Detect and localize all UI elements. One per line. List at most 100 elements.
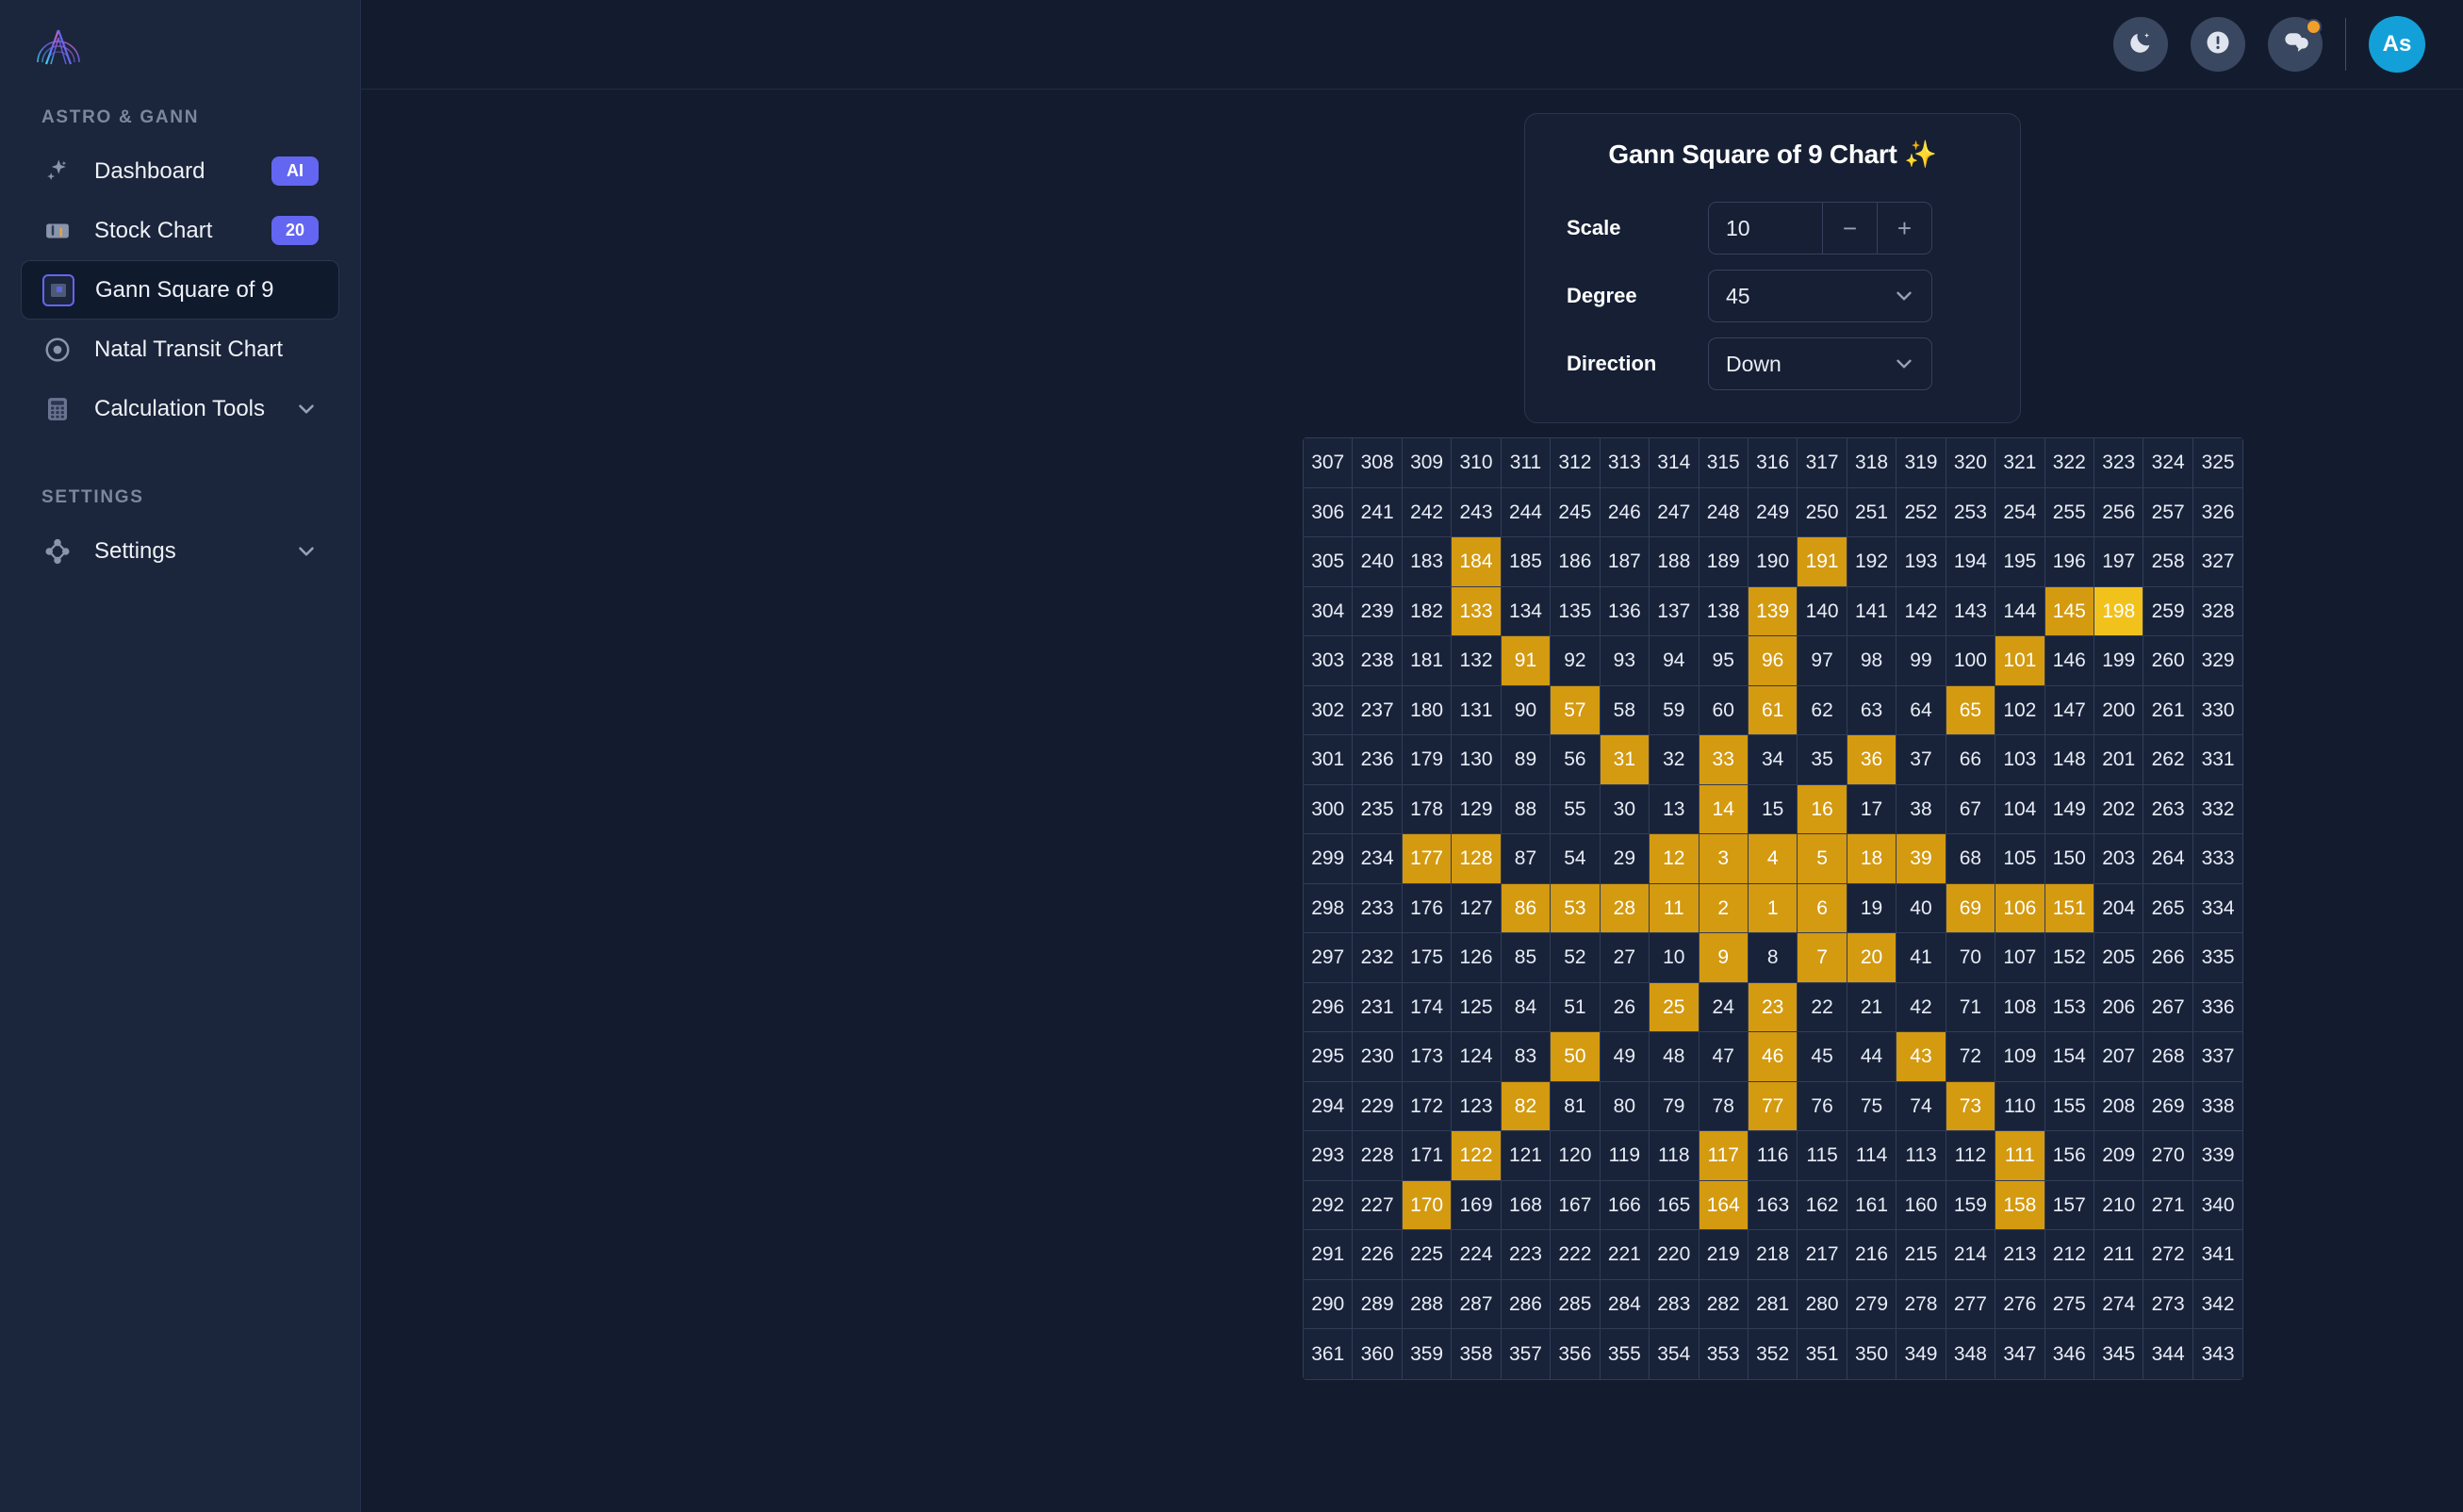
gann-cell[interactable]: 95 — [1699, 636, 1749, 686]
gann-cell[interactable]: 88 — [1501, 784, 1552, 834]
gann-cell[interactable]: 215 — [1897, 1230, 1946, 1280]
gann-cell[interactable]: 234 — [1353, 834, 1403, 884]
gann-cell[interactable]: 190 — [1748, 537, 1798, 587]
gann-cell[interactable]: 233 — [1353, 883, 1403, 933]
gann-cell[interactable]: 10 — [1650, 933, 1699, 983]
gann-cell[interactable]: 140 — [1798, 586, 1847, 636]
gann-cell[interactable]: 319 — [1897, 438, 1946, 488]
gann-cell[interactable]: 189 — [1699, 537, 1749, 587]
alerts-button[interactable] — [2191, 17, 2245, 72]
gann-cell[interactable]: 228 — [1353, 1131, 1403, 1181]
gann-cell[interactable]: 207 — [2094, 1032, 2144, 1082]
gann-cell[interactable]: 127 — [1452, 883, 1502, 933]
gann-cell[interactable]: 142 — [1897, 586, 1946, 636]
gann-cell[interactable]: 139 — [1748, 586, 1798, 636]
gann-cell[interactable]: 323 — [2094, 438, 2144, 488]
gann-cell[interactable]: 217 — [1798, 1230, 1847, 1280]
gann-cell[interactable]: 5 — [1798, 834, 1847, 884]
gann-cell[interactable]: 41 — [1897, 933, 1946, 983]
gann-cell[interactable]: 252 — [1897, 487, 1946, 537]
gann-cell[interactable]: 35 — [1798, 735, 1847, 785]
gann-cell[interactable]: 162 — [1798, 1180, 1847, 1230]
gann-cell[interactable]: 253 — [1946, 487, 1996, 537]
gann-cell[interactable]: 298 — [1304, 883, 1354, 933]
gann-cell[interactable]: 201 — [2094, 735, 2144, 785]
gann-cell[interactable]: 32 — [1650, 735, 1699, 785]
gann-cell[interactable]: 85 — [1501, 933, 1552, 983]
gann-cell[interactable]: 89 — [1501, 735, 1552, 785]
gann-cell[interactable]: 96 — [1748, 636, 1798, 686]
gann-cell[interactable]: 165 — [1650, 1180, 1699, 1230]
gann-cell[interactable]: 335 — [2192, 933, 2243, 983]
gann-cell[interactable]: 200 — [2094, 685, 2144, 735]
gann-cell[interactable]: 112 — [1946, 1131, 1996, 1181]
gann-cell[interactable]: 205 — [2094, 933, 2144, 983]
gann-cell[interactable]: 344 — [2143, 1329, 2193, 1379]
gann-cell[interactable]: 220 — [1650, 1230, 1699, 1280]
sidebar-item-dashboard[interactable]: Dashboard AI — [21, 141, 339, 201]
gann-cell[interactable]: 203 — [2094, 834, 2144, 884]
gann-cell[interactable]: 182 — [1402, 586, 1453, 636]
gann-cell[interactable]: 16 — [1798, 784, 1847, 834]
gann-cell[interactable]: 9 — [1699, 933, 1749, 983]
gann-cell[interactable]: 118 — [1650, 1131, 1699, 1181]
gann-cell[interactable]: 114 — [1847, 1131, 1897, 1181]
gann-cell[interactable]: 295 — [1304, 1032, 1354, 1082]
gann-cell[interactable]: 18 — [1847, 834, 1897, 884]
gann-cell[interactable]: 22 — [1798, 982, 1847, 1032]
gann-cell[interactable]: 280 — [1798, 1279, 1847, 1329]
gann-cell[interactable]: 177 — [1402, 834, 1453, 884]
gann-cell[interactable]: 358 — [1452, 1329, 1502, 1379]
gann-cell[interactable]: 249 — [1748, 487, 1798, 537]
gann-cell[interactable]: 304 — [1304, 586, 1354, 636]
gann-cell[interactable]: 221 — [1600, 1230, 1650, 1280]
gann-cell[interactable]: 179 — [1402, 735, 1453, 785]
gann-cell[interactable]: 138 — [1699, 586, 1749, 636]
chevron-down-icon[interactable] — [294, 397, 319, 421]
gann-cell[interactable]: 359 — [1402, 1329, 1453, 1379]
gann-cell[interactable]: 196 — [2044, 537, 2094, 587]
gann-cell[interactable]: 42 — [1897, 982, 1946, 1032]
gann-cell[interactable]: 292 — [1304, 1180, 1354, 1230]
gann-cell[interactable]: 166 — [1600, 1180, 1650, 1230]
gann-cell[interactable]: 195 — [1995, 537, 2045, 587]
gann-cell[interactable]: 153 — [2044, 982, 2094, 1032]
gann-cell[interactable]: 317 — [1798, 438, 1847, 488]
gann-cell[interactable]: 223 — [1501, 1230, 1552, 1280]
gann-cell[interactable]: 26 — [1600, 982, 1650, 1032]
gann-cell[interactable]: 50 — [1551, 1032, 1601, 1082]
gann-cell[interactable]: 63 — [1847, 685, 1897, 735]
gann-cell[interactable]: 326 — [2192, 487, 2243, 537]
gann-cell[interactable]: 76 — [1798, 1081, 1847, 1131]
gann-cell[interactable]: 186 — [1551, 537, 1601, 587]
gann-cell[interactable]: 230 — [1353, 1032, 1403, 1082]
gann-cell[interactable]: 159 — [1946, 1180, 1996, 1230]
gann-cell[interactable]: 28 — [1600, 883, 1650, 933]
gann-cell[interactable]: 69 — [1946, 883, 1996, 933]
gann-cell[interactable]: 149 — [2044, 784, 2094, 834]
gann-cell[interactable]: 79 — [1650, 1081, 1699, 1131]
gann-cell[interactable]: 194 — [1946, 537, 1996, 587]
gann-cell[interactable]: 322 — [2044, 438, 2094, 488]
gann-cell[interactable]: 66 — [1946, 735, 1996, 785]
gann-cell[interactable]: 283 — [1650, 1279, 1699, 1329]
gann-cell[interactable]: 181 — [1402, 636, 1453, 686]
gann-cell[interactable]: 129 — [1452, 784, 1502, 834]
gann-cell[interactable]: 264 — [2143, 834, 2193, 884]
gann-cell[interactable]: 290 — [1304, 1279, 1354, 1329]
gann-cell[interactable]: 260 — [2143, 636, 2193, 686]
gann-cell[interactable]: 312 — [1551, 438, 1601, 488]
gann-cell[interactable]: 294 — [1304, 1081, 1354, 1131]
gann-cell[interactable]: 168 — [1501, 1180, 1552, 1230]
gann-cell[interactable]: 141 — [1847, 586, 1897, 636]
gann-cell[interactable]: 2 — [1699, 883, 1749, 933]
gann-cell[interactable]: 310 — [1452, 438, 1502, 488]
gann-cell[interactable]: 167 — [1551, 1180, 1601, 1230]
gann-cell[interactable]: 128 — [1452, 834, 1502, 884]
gann-cell[interactable]: 19 — [1847, 883, 1897, 933]
gann-cell[interactable]: 29 — [1600, 834, 1650, 884]
gann-cell[interactable]: 198 — [2094, 586, 2144, 636]
gann-cell[interactable]: 24 — [1699, 982, 1749, 1032]
gann-cell[interactable]: 231 — [1353, 982, 1403, 1032]
gann-cell[interactable]: 55 — [1551, 784, 1601, 834]
